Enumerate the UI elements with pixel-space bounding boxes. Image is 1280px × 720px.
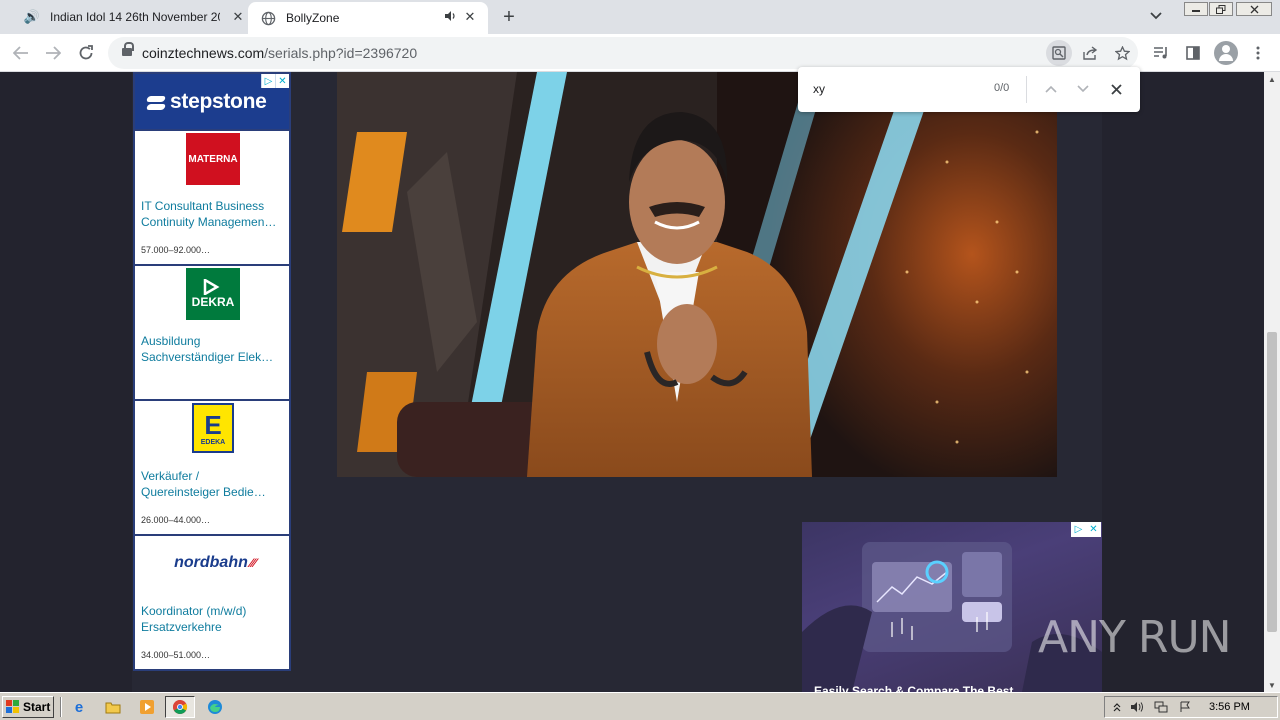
web-page: stepstone ▷ ✕ MATERNA IT Consultant Busi… <box>0 72 1264 692</box>
internet-explorer-icon[interactable]: e <box>70 698 88 716</box>
ad-headline[interactable]: IT Consultant Business <box>141 198 287 214</box>
media-control-icon[interactable] <box>1151 43 1171 63</box>
address-bar[interactable]: coinztechnews.com/serials.php?id=2396720 <box>108 37 1138 69</box>
adchoices-icon[interactable]: ▷ <box>1071 522 1086 537</box>
profile-avatar-icon[interactable] <box>1214 41 1238 65</box>
tab-bollyzone[interactable]: BollyZone ✕ <box>248 2 488 34</box>
taskbar-separator <box>60 697 62 717</box>
page-scrollbar[interactable]: ▲ ▼ <box>1264 72 1280 692</box>
media-player-icon[interactable] <box>138 698 156 716</box>
tab-search-chevron-icon[interactable] <box>1150 9 1162 23</box>
ad-close-icon[interactable]: ✕ <box>275 74 289 88</box>
ad-item-nordbahn[interactable]: nordbahn ⁄⁄⁄ Koordinator (m/w/d) Ersatzve… <box>135 534 289 669</box>
ad-headline[interactable]: Verkäufer / <box>141 468 287 484</box>
ad-headline[interactable]: Continuity Managemen… <box>141 214 287 230</box>
back-button[interactable] <box>10 42 32 64</box>
tab-strip: 🔊 Indian Idol 14 26th November 2023 ✕ Bo… <box>0 0 1280 34</box>
find-bar: xy 0/0 <box>798 67 1140 112</box>
windows-taskbar: Start e 3:56 PM <box>0 692 1280 720</box>
tray-expand-icon[interactable] <box>1109 700 1125 714</box>
ad-close-icon[interactable]: ✕ <box>1086 522 1101 537</box>
anyrun-watermark: ANY RUN <box>1038 607 1232 667</box>
url-path: /serials.php?id=2396720 <box>264 45 418 61</box>
start-label: Start <box>23 700 51 714</box>
watermark-text: ANY RUN <box>1038 611 1232 663</box>
forward-button[interactable] <box>42 42 64 64</box>
find-match-count: 0/0 <box>994 82 1010 94</box>
minimize-button[interactable] <box>1184 2 1208 16</box>
ad-salary: 34.000–51.000… <box>141 650 211 660</box>
nordbahn-text: nordbahn <box>174 554 248 571</box>
system-clock[interactable]: 3:56 PM <box>1209 701 1250 713</box>
audio-playing-icon[interactable] <box>444 10 456 25</box>
ad-item-edeka[interactable]: E EDEKA Verkäufer / Quereinsteiger Bedie… <box>135 399 289 533</box>
adchoices-icon[interactable]: ▷ <box>261 74 275 88</box>
dekra-text: DEKRA <box>191 295 235 309</box>
materna-logo: MATERNA <box>186 133 240 185</box>
stepstone-banner[interactable]: stepstone ▷ ✕ <box>135 74 289 129</box>
bookmark-star-icon[interactable] <box>1112 43 1132 63</box>
ad-caption[interactable]: Easily Search & Compare The Best <box>814 684 1013 692</box>
find-input[interactable]: xy <box>813 82 825 96</box>
tab-title: Indian Idol 14 26th November 2023 <box>50 10 220 24</box>
start-button[interactable]: Start <box>2 696 54 718</box>
dekra-logo: DEKRA <box>186 268 240 320</box>
find-close-icon[interactable] <box>1106 79 1126 99</box>
ad-headline[interactable]: Koordinator (m/w/d) <box>141 603 287 619</box>
tab-indian-idol[interactable]: 🔊 Indian Idol 14 26th November 2023 ✕ <box>8 0 248 34</box>
ad-salary: 26.000–44.000… <box>141 515 211 525</box>
file-explorer-icon[interactable] <box>104 698 122 716</box>
network-icon[interactable] <box>1153 700 1169 714</box>
side-panel-icon[interactable] <box>1183 43 1203 63</box>
share-icon[interactable] <box>1080 43 1100 63</box>
ad-item-materna[interactable]: MATERNA IT Consultant Business Continuit… <box>135 129 289 263</box>
nordbahn-logo: nordbahn ⁄⁄⁄ <box>155 548 275 578</box>
edeka-logo: E EDEKA <box>192 403 234 453</box>
volume-icon[interactable] <box>1129 700 1145 714</box>
url-host: coinztechnews.com <box>142 45 265 61</box>
edge-icon[interactable] <box>206 698 224 716</box>
close-window-button[interactable] <box>1236 2 1272 16</box>
ad-headline[interactable]: Quereinsteiger Bedie… <box>141 484 287 500</box>
ad-salary: 57.000–92.000… <box>141 245 211 255</box>
stepstone-logo: stepstone <box>147 90 267 114</box>
close-tab-icon[interactable]: ✕ <box>462 9 478 25</box>
brand-name: stepstone <box>170 90 267 113</box>
dekra-arrow-icon <box>203 279 220 295</box>
ad-item-dekra[interactable]: DEKRA Ausbildung Sachverständiger Elek… <box>135 264 289 398</box>
video-frame-image <box>337 72 1057 477</box>
edeka-e-icon: E <box>204 409 222 440</box>
reload-button[interactable] <box>75 42 97 64</box>
new-tab-button[interactable]: + <box>498 6 520 28</box>
find-in-page-icon[interactable] <box>1046 40 1072 66</box>
system-tray: 3:56 PM <box>1104 696 1278 718</box>
nordbahn-mark-icon: ⁄⁄⁄ <box>249 556 256 570</box>
stepstone-mark-icon <box>147 93 165 111</box>
speaker-icon: 🔊 <box>23 9 41 24</box>
ad-headline[interactable]: Ausbildung <box>141 333 287 349</box>
scroll-down-arrow-icon[interactable]: ▼ <box>1264 678 1280 692</box>
close-tab-icon[interactable]: ✕ <box>230 9 246 25</box>
find-divider <box>1026 76 1027 103</box>
lock-icon[interactable] <box>122 42 134 58</box>
chrome-taskbar-icon[interactable] <box>165 696 195 718</box>
windows-logo-icon <box>6 700 20 714</box>
tab-title: BollyZone <box>286 11 340 25</box>
action-center-flag-icon[interactable] <box>1177 700 1193 714</box>
find-next-chevron-down-icon[interactable] <box>1073 79 1093 99</box>
menu-kebab-icon[interactable] <box>1248 43 1268 63</box>
left-ad-column[interactable]: stepstone ▷ ✕ MATERNA IT Consultant Busi… <box>133 72 291 671</box>
ad-headline[interactable]: Sachverständiger Elek… <box>141 349 287 365</box>
scroll-thumb[interactable] <box>1267 332 1277 632</box>
find-previous-chevron-up-icon[interactable] <box>1041 79 1061 99</box>
restore-button[interactable] <box>1209 2 1233 16</box>
ad-headline[interactable]: Ersatzverkehre <box>141 619 287 635</box>
globe-icon <box>260 10 276 26</box>
scroll-up-arrow-icon[interactable]: ▲ <box>1264 72 1280 86</box>
video-player[interactable] <box>337 72 1057 477</box>
url-text[interactable]: coinztechnews.com/serials.php?id=2396720 <box>142 45 417 61</box>
edeka-text: EDEKA <box>200 438 226 446</box>
